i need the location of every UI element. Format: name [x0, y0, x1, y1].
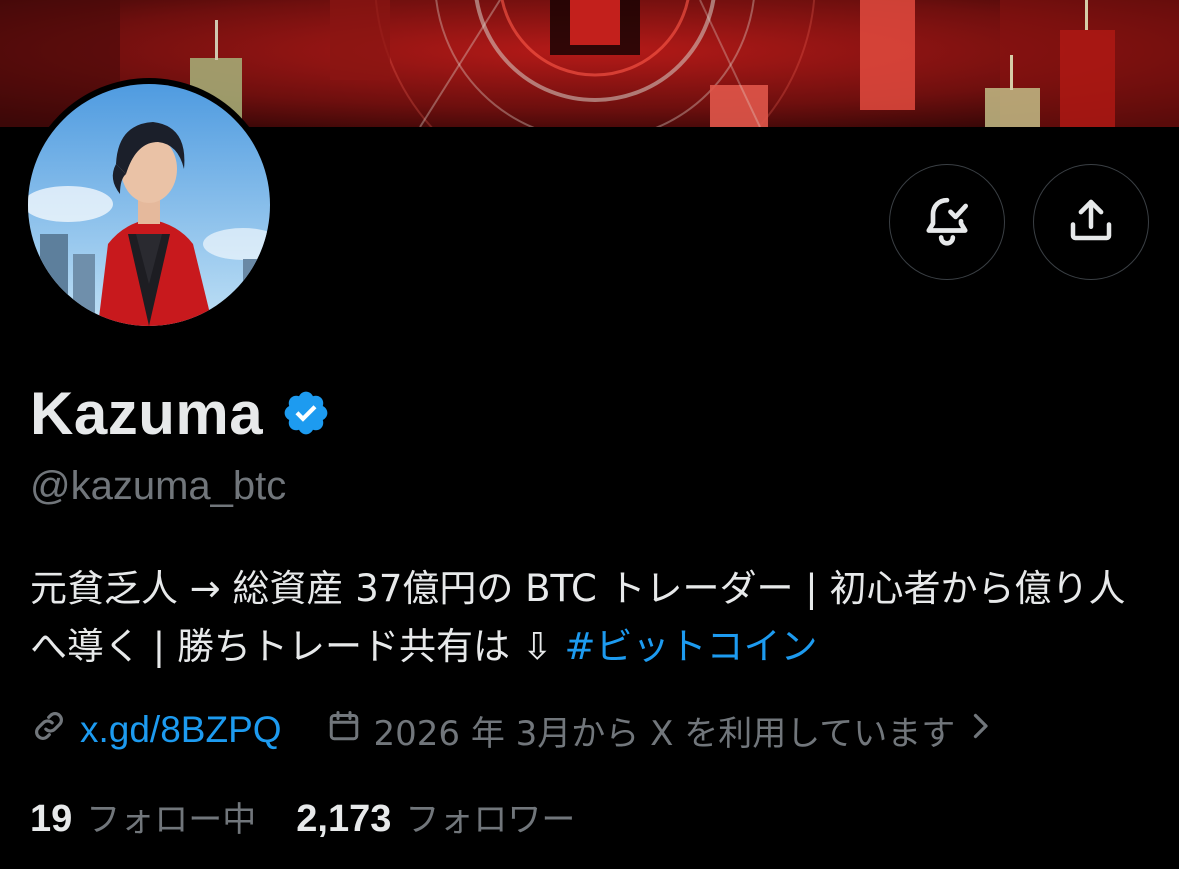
- avatar[interactable]: [28, 84, 270, 326]
- website-link-text: x.gd/8BZPQ: [80, 709, 282, 750]
- verified-badge-icon[interactable]: [281, 388, 331, 438]
- following-link[interactable]: 19 フォロー中: [30, 792, 256, 841]
- link-icon: [30, 707, 80, 754]
- joined-date[interactable]: 2026 年 3月から X を利用しています: [326, 706, 992, 755]
- profile-website-link[interactable]: x.gd/8BZPQ: [30, 707, 282, 754]
- profile-bio: 元貧乏人 → 総資産 37億円の BTC トレーダー | 初心者から億り人へ導く…: [30, 560, 1150, 676]
- following-count: 19: [30, 797, 73, 840]
- following-label: フォロー中: [86, 799, 257, 840]
- followers-label: フォロワー: [405, 799, 576, 840]
- avatar-ring: [22, 78, 276, 332]
- share-upload-icon: [1064, 193, 1118, 252]
- profile-meta-row: x.gd/8BZPQ 2026 年 3月から X を利用しています: [30, 704, 991, 756]
- calendar-icon: [326, 708, 362, 753]
- bell-check-icon: [919, 192, 975, 253]
- display-name: Kazuma: [30, 379, 264, 447]
- notify-button[interactable]: [889, 164, 1005, 280]
- profile-name-row: Kazuma: [30, 378, 331, 448]
- follow-stats: 19 フォロー中 2,173 フォロワー: [30, 790, 575, 842]
- profile-handle: @kazuma_btc: [30, 464, 287, 508]
- joined-date-text: 2026 年 3月から X を利用しています: [373, 713, 956, 754]
- share-button[interactable]: [1033, 164, 1149, 280]
- followers-count: 2,173: [296, 797, 392, 840]
- bio-hashtag-link[interactable]: #ビットコイン: [565, 625, 818, 668]
- followers-link[interactable]: 2,173 フォロワー: [296, 792, 575, 841]
- chevron-right-icon: [969, 710, 991, 750]
